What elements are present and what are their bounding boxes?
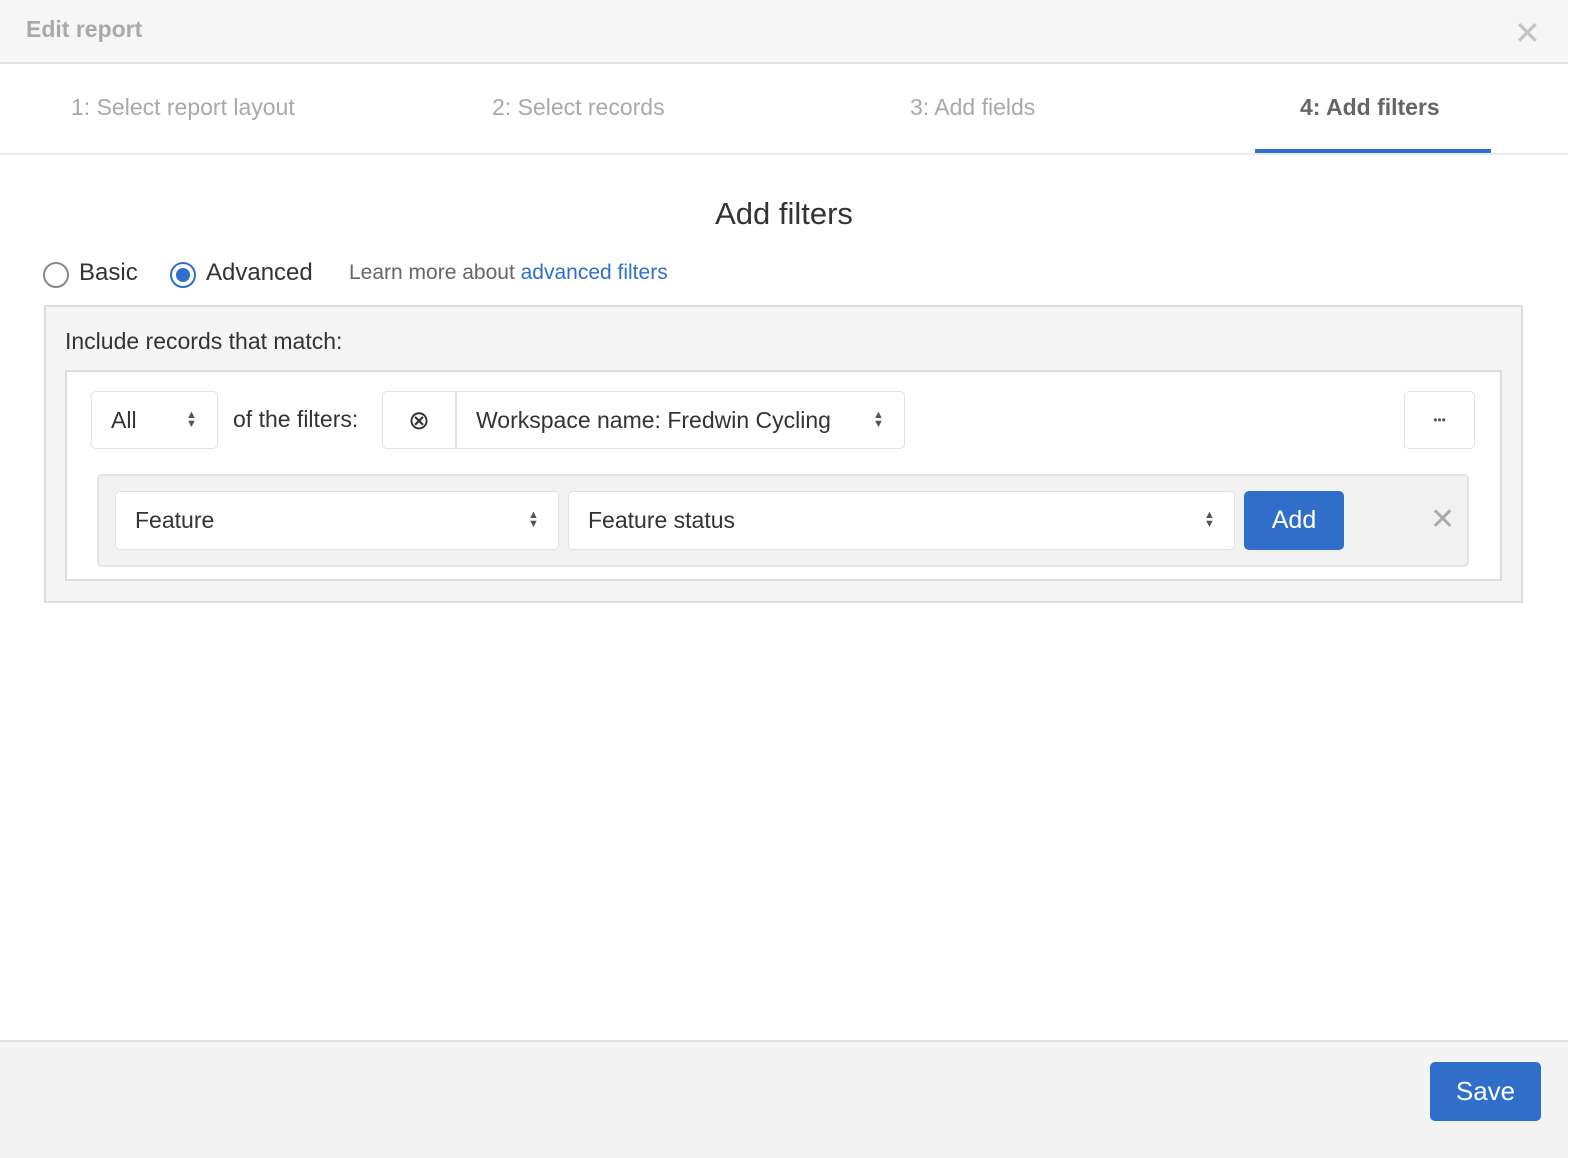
tab-select-report-layout[interactable]: 1: Select report layout [71,94,295,121]
page-title: Add filters [715,196,853,231]
learn-more-text: Learn more about advanced filters [349,261,668,285]
record-type-select[interactable]: Feature ▲ ▼ [115,491,559,550]
modal-header [0,0,1568,64]
wizard-tabs: 1: Select report layout 2: Select record… [0,64,1568,155]
modal-title: Edit report [26,16,143,42]
sort-arrows-icon: ▲ ▼ [528,509,539,530]
sort-arrows-icon: ▲ ▼ [873,409,884,430]
match-select[interactable]: All ▲ ▼ [91,391,218,449]
of-filters-label: of the filters: [233,406,359,432]
add-filter-button[interactable]: Add [1244,491,1344,550]
learn-more-prefix: Learn more about [349,261,521,284]
existing-filter[interactable]: ⊗ Workspace name: Fredwin Cycling ▲ ▼ [382,391,905,449]
save-button[interactable]: Save [1430,1062,1541,1121]
advanced-label[interactable]: Advanced [206,259,313,287]
advanced-filters-link[interactable]: advanced filters [521,261,668,284]
existing-filter-value: Workspace name: Fredwin Cycling [476,406,831,433]
match-select-value: All [111,406,137,433]
field-value: Feature status [588,507,736,533]
tab-select-records[interactable]: 2: Select records [492,94,665,121]
active-tab-indicator [1255,149,1491,153]
remove-filter-icon[interactable]: ⊗ [383,392,457,448]
sort-arrows-icon: ▲ ▼ [186,409,197,430]
basic-radio[interactable] [43,262,69,288]
more-options-button[interactable]: ••• [1404,391,1475,449]
sort-arrows-icon: ▲ ▼ [1204,509,1215,530]
modal-footer [0,1040,1568,1158]
field-select[interactable]: Feature status ▲ ▼ [568,491,1235,550]
advanced-radio[interactable] [170,262,196,288]
basic-label[interactable]: Basic [79,259,138,287]
record-type-value: Feature [135,507,215,533]
tab-add-fields[interactable]: 3: Add fields [910,94,1035,121]
remove-row-icon[interactable]: ✕ [1430,502,1455,537]
tab-add-filters[interactable]: 4: Add filters [1300,94,1440,121]
include-label: Include records that match: [65,328,343,354]
close-icon[interactable]: ✕ [1514,14,1541,52]
